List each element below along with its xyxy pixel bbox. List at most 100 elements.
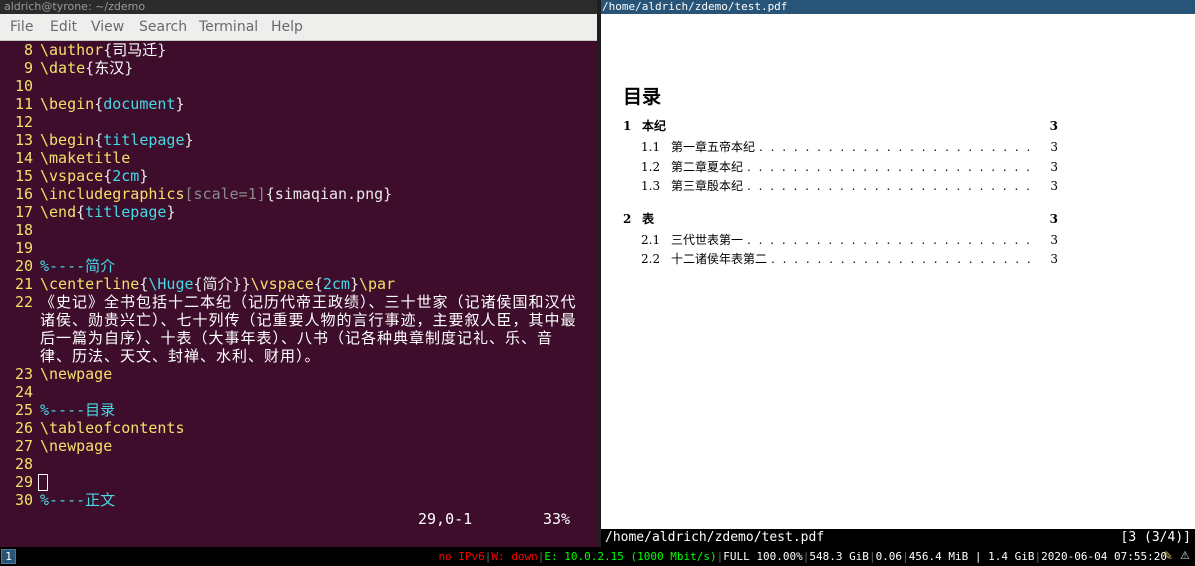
editor-line: 26 \tableofcontents: [0, 419, 580, 437]
ipv6-status: no IPv6: [438, 550, 485, 563]
scroll-percent: 33%: [543, 510, 571, 528]
toc-title: 十二诸侯年表第二: [671, 252, 768, 266]
toc-page-number: 3: [1050, 252, 1058, 266]
toc-title: 第三章殷本纪: [671, 179, 744, 193]
toc-entry[interactable]: 2.1 三代世表第一. . . . . . . . . . . . . . . .…: [623, 232, 1063, 248]
menu-help[interactable]: Help: [271, 19, 303, 35]
code-token: {: [94, 131, 104, 149]
editor-line: 30 %----正文: [0, 491, 580, 509]
line-code: \tableofcontents: [40, 419, 185, 437]
editor-line: 16 \includegraphics[scale=1]{simaqian.png…: [0, 185, 580, 203]
code-token: {: [313, 275, 323, 293]
toc-entry[interactable]: 1 本纪 3: [623, 118, 1063, 134]
code-token: }: [157, 41, 167, 59]
code-token: {: [94, 95, 104, 113]
line-number: 23: [14, 365, 33, 383]
line-number: 14: [14, 149, 33, 167]
line-number: 20: [14, 257, 33, 275]
line-code: \newpage: [40, 437, 112, 455]
memory-status: 456.4 MiB | 1.4 GiB: [908, 550, 1035, 563]
clock: 2020-06-04 07:55:20: [1041, 550, 1167, 563]
line-code: %----正文: [40, 491, 115, 509]
cursor-position: 29,0-1: [418, 510, 473, 528]
toc-entry[interactable]: 2.2 十二诸侯年表第二. . . . . . . . . . . . . . .…: [623, 251, 1063, 267]
toc-leader-dots: . . . . . . . . . . . . . . . . . . . . …: [747, 159, 1033, 174]
line-code: \date{东汉}: [40, 59, 133, 77]
code-token: \newpage: [40, 437, 113, 455]
code-token: }: [184, 131, 194, 149]
pdf-title: /home/aldrich/zdemo/test.pdf: [601, 0, 1195, 14]
code-token: [scale=1]: [184, 185, 266, 203]
line-number: 21: [14, 275, 33, 293]
code-token: \par: [359, 275, 396, 293]
menu-search[interactable]: Search: [139, 19, 187, 35]
network-tray-icon[interactable]: ⚠: [1180, 550, 1192, 562]
editor-line: 28: [0, 455, 580, 473]
toc-number: 2.1: [641, 232, 661, 247]
line-number: 18: [14, 221, 33, 239]
menu-edit[interactable]: Edit: [50, 19, 77, 35]
pdf-status-path: /home/aldrich/zdemo/test.pdf: [605, 530, 825, 545]
line-number: 9: [23, 59, 33, 77]
toc-entry[interactable]: 2表 3: [623, 211, 1063, 227]
line-number: 17: [14, 203, 33, 221]
code-token: 2cm: [112, 167, 140, 185]
toc-entry[interactable]: 1.2 第二章夏本纪. . . . . . . . . . . . . . . .…: [623, 159, 1063, 175]
line-number: 22: [14, 293, 33, 311]
toc-leader-dots: . . . . . . . . . . . . . . . . . . . . …: [747, 179, 1033, 193]
code-token: 东汉: [94, 59, 125, 77]
editor-line: 14 \maketitle: [0, 149, 580, 167]
editor-line: 25 %----目录: [0, 401, 580, 419]
pdf-page[interactable]: 目录 1 本纪 3 1.1 第一章五帝本纪. . . . . . . . . . . .…: [601, 14, 1195, 529]
terminal-scrollbar[interactable]: [588, 41, 596, 531]
editor-line: 18: [0, 221, 580, 239]
menu-terminal[interactable]: Terminal: [199, 19, 258, 35]
editor-line: 8 \author{司马迁}: [0, 41, 580, 59]
menu-view[interactable]: View: [91, 19, 124, 35]
code-token: titlepage: [103, 131, 185, 149]
battery-status: FULL 100.00%: [723, 550, 803, 563]
pdf-status-page: [3 (3/4)]: [1120, 530, 1191, 545]
code-token: 司马迁: [112, 41, 158, 59]
code-token: titlepage: [85, 203, 167, 221]
toc-leader-dots: . . . . . . . . . . . . . . . . . . . . …: [771, 252, 1033, 266]
menu-file[interactable]: File: [10, 19, 33, 35]
terminal-menubar: File Edit View Search Terminal Help: [0, 14, 597, 41]
toc-entry[interactable]: 1.3 第三章殷本纪. . . . . . . . . . . . . . . .…: [623, 178, 1063, 194]
code-token: {: [76, 203, 86, 221]
code-token: \end: [40, 203, 77, 221]
code-token: {: [103, 167, 113, 185]
line-code: \end{titlepage}: [40, 203, 175, 221]
editor-buffer[interactable]: 8 \author{司马迁} 9 \date{东汉} 10 11 \begin{docume…: [0, 41, 597, 547]
code-token: {: [103, 41, 113, 59]
toc-page-number: 3: [1050, 140, 1058, 154]
line-code: \includegraphics[scale=1]{simaqian.png}: [40, 185, 392, 203]
line-number: 28: [14, 455, 33, 473]
code-token: \tableofcontents: [40, 419, 185, 437]
editor-line: 13 \begin{titlepage}: [0, 131, 580, 149]
line-code-wrapped: 《史记》全书包括十二本纪（记历代帝王政绩）、三十世家（记诸侯国和汉代诸侯、勋贵兴…: [40, 293, 577, 365]
ethernet-status: E: 10.0.2.15 (1000 Mbit/s): [544, 550, 717, 563]
workspace-button[interactable]: 1: [1, 549, 16, 564]
editor-line: 23 \newpage: [0, 365, 580, 383]
code-token: \includegraphics: [40, 185, 185, 203]
pdf-viewer-window[interactable]: /home/aldrich/zdemo/test.pdf 目录 1 本纪 3 1.1 第…: [601, 0, 1195, 547]
terminal-window[interactable]: aldrich@tyrone: ~/zdemo File Edit View S…: [0, 0, 597, 547]
line-code: \centerline{\Huge{简介}}\vspace{2cm}\par: [40, 275, 395, 293]
line-number: 24: [14, 383, 33, 401]
code-token: \newpage: [40, 365, 113, 383]
line-code: %----简介: [40, 257, 115, 275]
line-number: 16: [14, 185, 33, 203]
editor-line: 22 《史记》全书包括十二本纪（记历代帝王政绩）、三十世家（记诸侯国和汉代诸侯、勋…: [0, 293, 580, 365]
toc-page-number: 3: [1050, 179, 1058, 193]
toc-page-number: 3: [1050, 232, 1058, 247]
editor-line: 10: [0, 77, 580, 95]
pencil-icon[interactable]: ✎: [1163, 550, 1175, 562]
line-code: %----目录: [40, 401, 115, 419]
toc-page-number: 3: [1049, 211, 1058, 226]
code-token: \date: [40, 59, 86, 77]
toc-entry[interactable]: 1.1 第一章五帝本纪. . . . . . . . . . . . . . . …: [623, 139, 1063, 155]
line-number: 11: [14, 95, 33, 113]
text-cursor: [38, 474, 48, 491]
toc-page-number: 3: [1050, 159, 1058, 174]
